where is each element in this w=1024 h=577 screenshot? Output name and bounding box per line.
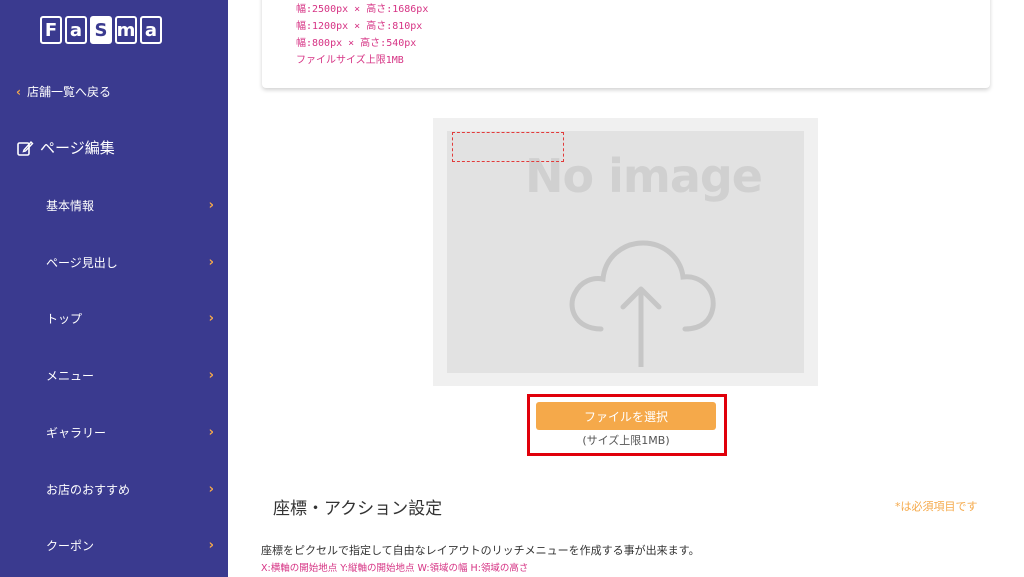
chevron-right-icon: › [208,197,214,213]
chevron-right-icon: › [208,424,214,440]
sidebar-item-recommend[interactable]: お店のおすすめ › [0,469,228,509]
spec-size-small: 幅:800px × 高さ:540px [296,38,417,49]
coordinate-settings-title: 座標・アクション設定 [273,499,443,519]
image-placeholder: No image [447,131,804,373]
sidebar-item-label: ページ見出し [46,255,118,270]
edit-icon [17,140,34,156]
page-edit-title: ページ編集 [40,139,115,157]
logo-letter: S [90,16,112,44]
sidebar-item-label: クーポン [46,538,95,553]
sidebar-item-gallery[interactable]: ギャラリー › [0,412,228,452]
cloud-upload-icon [569,240,716,367]
chevron-right-icon: › [208,310,214,326]
back-link-label: 店舗一覧へ戻る [26,85,111,99]
logo-letter: F [40,16,62,44]
fasma-logo[interactable]: F a S m a [40,16,162,44]
chevron-left-icon: ‹ [16,84,21,99]
sidebar-item-label: 基本情報 [46,198,95,213]
back-to-store-list-link[interactable]: ‹ 店舗一覧へ戻る [16,83,111,100]
size-limit-note: (サイズ上限1MB) [582,434,670,447]
spec-size-medium: 幅:1200px × 高さ:810px [296,21,423,32]
selected-area-marker[interactable] [452,132,564,162]
sidebar-item-label: ギャラリー [46,425,107,440]
logo-letter: a [140,16,162,44]
sidebar-item-label: メニュー [46,368,95,383]
spec-size-large: 幅:2500px × 高さ:1686px [296,4,429,15]
chevron-right-icon: › [208,254,214,270]
sidebar-item-label: トップ [46,311,83,326]
sidebar-item-basic-info[interactable]: 基本情報 › [0,185,228,225]
spec-file-limit: ファイルサイズ上限1MB [296,55,404,66]
page-edit-heading: ページ編集 [16,137,115,158]
sidebar-item-top[interactable]: トップ › [0,298,228,338]
chevron-right-icon: › [208,537,214,553]
chevron-right-icon: › [208,367,214,383]
logo-letter: m [115,16,137,44]
required-fields-note: *は必須項目です [895,500,978,513]
sidebar-item-label: お店のおすすめ [46,482,131,497]
chevron-right-icon: › [208,481,214,497]
logo-letter: a [65,16,87,44]
sidebar-item-page-heading[interactable]: ページ見出し › [0,242,228,282]
sidebar-item-menu[interactable]: メニュー › [0,355,228,395]
sidebar-item-coupon[interactable]: クーポン › [0,525,228,565]
coordinate-description: 座標をピクセルで指定して自由なレイアウトのリッチメニューを作成する事が出来ます。 [261,544,700,557]
axis-legend-note: X:横軸の開始地点 Y:縦軸の開始地点 W:領域の幅 H:領域の高さ [261,563,529,574]
choose-file-button[interactable]: ファイルを選択 [536,402,716,430]
sidebar: F a S m a ‹ 店舗一覧へ戻る ページ編集 基本情報 › ページ見出し … [0,0,228,577]
